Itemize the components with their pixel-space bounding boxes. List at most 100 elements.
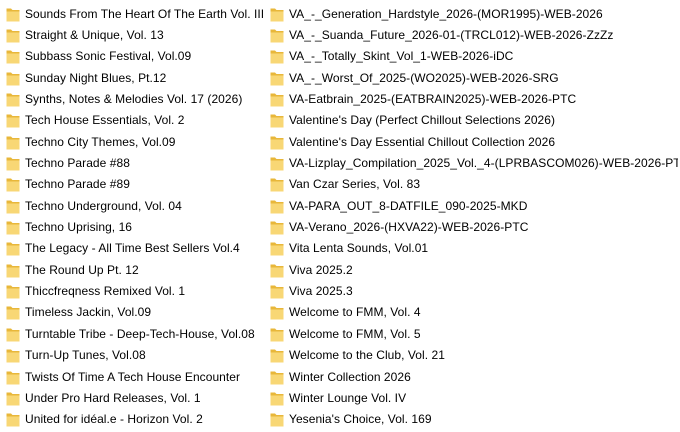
- folder-item[interactable]: VA-Verano_2026-(HXVA22)-WEB-2026-PTC: [270, 216, 678, 237]
- folder-item-label: Winter Collection 2026: [289, 369, 411, 384]
- folder-icon: [270, 411, 284, 427]
- folder-item[interactable]: VA_-_Totally_Skint_Vol_1-WEB-2026-iDC: [270, 46, 678, 67]
- folder-item[interactable]: United for idéal.e - Horizon Vol. 2: [6, 409, 268, 430]
- folder-icon: [6, 411, 20, 427]
- folder-item-label: Winter Lounge Vol. IV: [289, 390, 407, 405]
- folder-item-label: Techno Uprising, 16: [25, 220, 133, 235]
- folder-item[interactable]: Straight & Unique, Vol. 13: [6, 24, 268, 45]
- folder-icon: [6, 134, 20, 150]
- folder-icon: [270, 48, 284, 64]
- folder-item[interactable]: Techno City Themes, Vol.09: [6, 131, 268, 152]
- folder-icon: [6, 176, 20, 192]
- folder-item-label: Techno Parade #88: [25, 156, 130, 171]
- folder-item-label: Van Czar Series, Vol. 83: [289, 177, 421, 192]
- folder-item[interactable]: Vita Lenta Sounds, Vol.01: [270, 238, 678, 259]
- folder-item[interactable]: Turn-Up Tunes, Vol.08: [6, 345, 268, 366]
- folder-item-label: The Legacy - All Time Best Sellers Vol.4: [25, 241, 240, 256]
- folder-item-label: VA_-_Generation_Hardstyle_2026-(MOR1995)…: [289, 6, 603, 21]
- folder-column-right: VA_-_Generation_Hardstyle_2026-(MOR1995)…: [270, 3, 678, 430]
- folder-icon: [270, 27, 284, 43]
- folder-item[interactable]: The Round Up Pt. 12: [6, 259, 268, 280]
- folder-item-label: Twists Of Time A Tech House Encounter: [25, 369, 241, 384]
- folder-item[interactable]: Techno Parade #88: [6, 152, 268, 173]
- folder-item-label: VA-PARA_OUT_8-DATFILE_090-2025-MKD: [289, 198, 528, 213]
- folder-item[interactable]: Timeless Jackin, Vol.09: [6, 302, 268, 323]
- folder-icon: [270, 112, 284, 128]
- folder-icon: [270, 347, 284, 363]
- folder-item[interactable]: VA_-_Suanda_Future_2026-01-(TRCL012)-WEB…: [270, 24, 678, 45]
- folder-item-label: Welcome to FMM, Vol. 5: [289, 326, 421, 341]
- folder-item-label: Thiccfreqness Remixed Vol. 1: [25, 284, 186, 299]
- folder-icon: [270, 369, 284, 385]
- folder-item[interactable]: Yesenia's Choice, Vol. 169: [270, 409, 678, 430]
- folder-icon: [6, 198, 20, 214]
- folder-item-label: Synths, Notes & Melodies Vol. 17 (2026): [25, 92, 243, 107]
- folder-item-label: Techno Underground, Vol. 04: [25, 198, 182, 213]
- folder-item-label: VA_-_Worst_Of_2025-(WO2025)-WEB-2026-SRG: [289, 70, 559, 85]
- folder-icon: [270, 390, 284, 406]
- folder-item-label: Vita Lenta Sounds, Vol.01: [289, 241, 429, 256]
- folder-item[interactable]: Sounds From The Heart Of The Earth Vol. …: [6, 3, 268, 24]
- folder-icon: [6, 27, 20, 43]
- folder-item[interactable]: Sunday Night Blues, Pt.12: [6, 67, 268, 88]
- folder-item[interactable]: Subbass Sonic Festival, Vol.09: [6, 46, 268, 67]
- folder-item-label: Viva 2025.3: [289, 284, 353, 299]
- folder-item-label: Subbass Sonic Festival, Vol.09: [25, 49, 192, 64]
- folder-icon: [6, 112, 20, 128]
- folder-item[interactable]: Welcome to FMM, Vol. 5: [270, 323, 678, 344]
- folder-item[interactable]: Techno Uprising, 16: [6, 216, 268, 237]
- folder-icon: [270, 91, 284, 107]
- folder-item[interactable]: Under Pro Hard Releases, Vol. 1: [6, 387, 268, 408]
- folder-icon: [6, 48, 20, 64]
- folder-item-label: Tech House Essentials, Vol. 2: [25, 113, 185, 128]
- folder-icon: [6, 369, 20, 385]
- folder-item-label: VA-Lizplay_Compilation_2025_Vol._4-(LPRB…: [289, 156, 678, 171]
- folder-item[interactable]: Welcome to FMM, Vol. 4: [270, 302, 678, 323]
- folder-item-label: Welcome to the Club, Vol. 21: [289, 348, 445, 363]
- folder-item-label: Valentine's Day Essential Chillout Colle…: [289, 134, 556, 149]
- folder-item[interactable]: Thiccfreqness Remixed Vol. 1: [6, 280, 268, 301]
- folder-item-label: Valentine's Day (Perfect Chillout Select…: [289, 113, 556, 128]
- folder-icon: [270, 198, 284, 214]
- folder-item[interactable]: Van Czar Series, Vol. 83: [270, 174, 678, 195]
- folder-column-left: Sounds From The Heart Of The Earth Vol. …: [6, 3, 268, 430]
- folder-icon: [6, 240, 20, 256]
- folder-item[interactable]: VA_-_Generation_Hardstyle_2026-(MOR1995)…: [270, 3, 678, 24]
- folder-icon: [270, 219, 284, 235]
- folder-item-label: VA-Eatbrain_2025-(EATBRAIN2025)-WEB-2026…: [289, 92, 577, 107]
- folder-item-label: Turn-Up Tunes, Vol.08: [25, 348, 146, 363]
- folder-icon: [270, 155, 284, 171]
- folder-item[interactable]: VA-PARA_OUT_8-DATFILE_090-2025-MKD: [270, 195, 678, 216]
- folder-item[interactable]: VA-Lizplay_Compilation_2025_Vol._4-(LPRB…: [270, 152, 678, 173]
- folder-item[interactable]: VA_-_Worst_Of_2025-(WO2025)-WEB-2026-SRG: [270, 67, 678, 88]
- folder-item-label: Sounds From The Heart Of The Earth Vol. …: [25, 6, 265, 21]
- folder-item[interactable]: Viva 2025.3: [270, 280, 678, 301]
- folder-item[interactable]: Valentine's Day Essential Chillout Colle…: [270, 131, 678, 152]
- folder-icon: [6, 304, 20, 320]
- folder-icon: [270, 134, 284, 150]
- folder-item[interactable]: Synths, Notes & Melodies Vol. 17 (2026): [6, 88, 268, 109]
- folder-item[interactable]: VA-Eatbrain_2025-(EATBRAIN2025)-WEB-2026…: [270, 88, 678, 109]
- folder-item-label: Welcome to FMM, Vol. 4: [289, 305, 421, 320]
- folder-item-label: The Round Up Pt. 12: [25, 262, 139, 277]
- folder-item[interactable]: Viva 2025.2: [270, 259, 678, 280]
- folder-item-label: Techno City Themes, Vol.09: [25, 134, 176, 149]
- folder-icon: [270, 6, 284, 22]
- folder-list-pane: Sounds From The Heart Of The Earth Vol. …: [0, 3, 680, 429]
- folder-item[interactable]: Techno Parade #89: [6, 174, 268, 195]
- folder-icon: [6, 262, 20, 278]
- folder-item[interactable]: Turntable Tribe - Deep-Tech-House, Vol.0…: [6, 323, 268, 344]
- folder-item-label: Sunday Night Blues, Pt.12: [25, 70, 167, 85]
- folder-icon: [6, 390, 20, 406]
- folder-icon: [270, 304, 284, 320]
- folder-item[interactable]: Welcome to the Club, Vol. 21: [270, 345, 678, 366]
- folder-item[interactable]: Winter Collection 2026: [270, 366, 678, 387]
- folder-icon: [6, 283, 20, 299]
- folder-item[interactable]: The Legacy - All Time Best Sellers Vol.4: [6, 238, 268, 259]
- folder-item[interactable]: Tech House Essentials, Vol. 2: [6, 110, 268, 131]
- folder-icon: [6, 347, 20, 363]
- folder-item[interactable]: Winter Lounge Vol. IV: [270, 387, 678, 408]
- folder-item[interactable]: Valentine's Day (Perfect Chillout Select…: [270, 110, 678, 131]
- folder-item[interactable]: Techno Underground, Vol. 04: [6, 195, 268, 216]
- folder-item[interactable]: Twists Of Time A Tech House Encounter: [6, 366, 268, 387]
